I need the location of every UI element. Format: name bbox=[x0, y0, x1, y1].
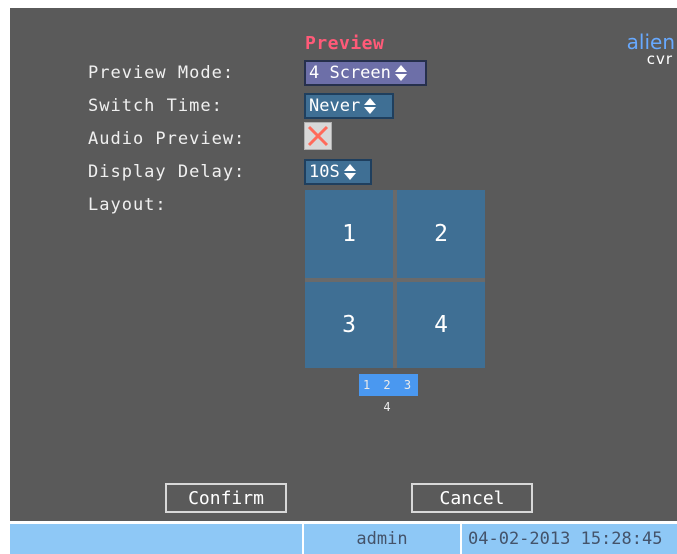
preview-mode-label: Preview Mode: bbox=[88, 63, 235, 83]
layout-grid: 1 2 3 4 bbox=[305, 190, 485, 368]
spinner-arrows-icon bbox=[343, 163, 357, 181]
display-delay-label: Display Delay: bbox=[88, 162, 246, 182]
audio-preview-checkbox[interactable] bbox=[304, 122, 332, 150]
display-delay-value: 10S bbox=[309, 162, 340, 182]
audio-preview-label: Audio Preview: bbox=[88, 129, 246, 149]
layout-label: Layout: bbox=[88, 195, 167, 215]
status-bar-left bbox=[10, 524, 302, 554]
status-user: admin bbox=[302, 524, 462, 554]
preview-mode-select[interactable]: 4 Screen bbox=[304, 60, 427, 86]
display-delay-select[interactable]: 10S bbox=[304, 159, 372, 185]
spinner-arrows-icon bbox=[363, 97, 377, 115]
dvr-screen: Preview alien cvr Preview Mode: 4 Screen… bbox=[0, 0, 677, 554]
switch-time-select[interactable]: Never bbox=[304, 93, 394, 119]
layout-cell-3[interactable]: 3 bbox=[305, 282, 393, 368]
cancel-button[interactable]: Cancel bbox=[411, 483, 533, 513]
layout-cell-1[interactable]: 1 bbox=[305, 190, 393, 278]
status-bar: admin 04-02-2013 15:28:45 bbox=[10, 524, 677, 554]
preview-mode-value: 4 Screen bbox=[309, 63, 391, 83]
layout-page-selector[interactable]: 1 2 3 4 bbox=[359, 374, 418, 414]
confirm-button[interactable]: Confirm bbox=[165, 483, 287, 513]
switch-time-label: Switch Time: bbox=[88, 96, 223, 116]
page-title: Preview bbox=[305, 33, 385, 54]
brand-logo: alien cvr bbox=[620, 30, 677, 70]
cross-icon bbox=[307, 125, 329, 147]
status-datetime: 04-02-2013 15:28:45 bbox=[462, 524, 677, 554]
spinner-arrows-icon bbox=[394, 64, 408, 82]
switch-time-value: Never bbox=[309, 96, 361, 116]
layout-cell-2[interactable]: 2 bbox=[397, 190, 485, 278]
logo-text-bottom: cvr bbox=[646, 50, 673, 68]
layout-cell-4[interactable]: 4 bbox=[397, 282, 485, 368]
